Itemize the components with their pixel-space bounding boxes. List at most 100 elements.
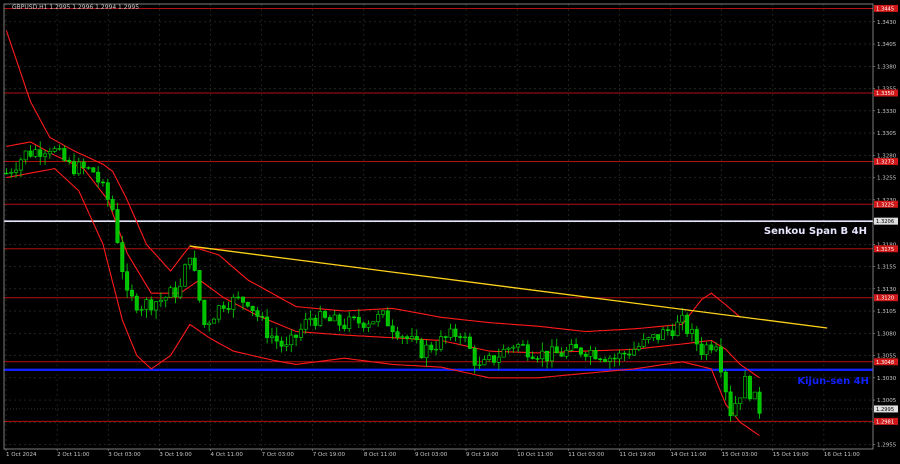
candle-body-bull [516, 344, 521, 348]
candle-body-bear [352, 316, 357, 319]
candle-body-bull [738, 397, 743, 404]
current-price-label: 1.2995 [876, 407, 894, 413]
candle-body-bull [380, 310, 385, 315]
candle-body-bear [294, 334, 299, 338]
candle-body-bull [607, 357, 612, 362]
x-tick-label: 1 Oct 2024 [6, 452, 37, 458]
candle-body-bear [419, 339, 424, 359]
candle-body-bear [390, 325, 395, 333]
y-tick-label: 1.3380 [877, 64, 897, 70]
x-tick-label: 11 Oct 19:00 [619, 452, 655, 458]
x-tick-label: 15 Oct 19:00 [773, 452, 809, 458]
candle-body-bear [313, 317, 318, 326]
candle [134, 293, 139, 314]
senkou-span-b-label: Senkou Span B 4H [764, 226, 867, 237]
candle-body-bear [583, 353, 588, 357]
candle-body-bear [260, 316, 265, 318]
candle-body-bear [627, 353, 632, 356]
x-tick-label: 15 Oct 03:00 [722, 452, 758, 458]
candle-body-bear [96, 171, 101, 183]
y-tick-label: 1.3305 [877, 131, 897, 137]
candle-body-bull [76, 161, 81, 175]
candle-body-bull [752, 391, 757, 400]
y-tick-label: 1.3405 [877, 42, 897, 48]
candle-body-bull [540, 350, 545, 360]
candle-body-bear [72, 161, 76, 175]
candle-body-bear [197, 270, 202, 301]
candle-body-bull [18, 159, 23, 171]
candle [91, 167, 96, 173]
candle-body-bull [434, 348, 439, 351]
symbol-header: GBPUSD,H1 1.2995 1.2996 1.2994 1.2995 [12, 4, 139, 11]
candle-body-bear [559, 352, 564, 357]
candle-body-bear [757, 391, 762, 414]
x-tick-label: 2 Oct 11:00 [57, 452, 90, 458]
candle-body-bear [554, 346, 559, 354]
candle-body-bull [704, 344, 709, 355]
candle-body-bear [250, 305, 255, 311]
candle-body-bear [694, 329, 699, 345]
candle-body-bear [361, 322, 366, 328]
candle-body-bear [110, 199, 115, 210]
candle-body-bear [221, 305, 226, 309]
x-tick-label: 9 Oct 03:00 [415, 452, 448, 458]
x-tick-label: 3 Oct 03:00 [108, 452, 141, 458]
candle-body-bear [86, 167, 91, 169]
candle-body-bear [38, 149, 43, 157]
candle-body-bull [183, 264, 188, 287]
y-tick-label: 1.3105 [877, 309, 897, 315]
candle-body-bear [520, 344, 525, 346]
level-price-label: 1.3120 [876, 296, 894, 302]
y-tick-label: 1.2955 [877, 443, 897, 449]
candle-body-bull [158, 299, 163, 303]
candle-body-bull [506, 347, 511, 350]
candle-body-bull [569, 344, 574, 351]
candle-body-bull [675, 321, 680, 337]
candle-body-bull [139, 309, 144, 311]
candle-body-bear [593, 349, 598, 360]
candle-body-bull [366, 323, 371, 328]
candle-body-bear [67, 160, 72, 162]
candle-body-bull [332, 314, 337, 322]
x-tick-label: 7 Oct 19:00 [313, 452, 346, 458]
candle-body-bear [149, 299, 154, 311]
candle [752, 391, 757, 400]
candle-body-bear [458, 336, 463, 338]
candle-body-bear [129, 289, 134, 297]
candle-body-bull [641, 339, 646, 347]
candle-body-bear [598, 358, 603, 360]
candle-body-bull [14, 169, 19, 173]
candle-body-bull [511, 346, 516, 349]
candle-body-bear [120, 242, 125, 273]
candle-body-bear [453, 328, 458, 337]
level-price-label: 1.3350 [876, 91, 894, 97]
candle-body-bear [327, 317, 332, 322]
candle-body-bull [714, 346, 719, 351]
candle-body-bear [385, 310, 390, 327]
candle-body-bear [747, 376, 752, 400]
candle-body-bull [289, 334, 294, 346]
candle-body-bear [622, 352, 627, 355]
candle-body-bull [487, 355, 492, 360]
price-chart[interactable]: Senkou Span B 4H Kijun-sen 4H 1.3430 1.340… [0, 0, 900, 460]
x-tick-label: 4 Oct 11:00 [210, 452, 243, 458]
candle-body-bull [646, 337, 651, 340]
candle-body-bear [342, 324, 347, 329]
candle-body-bear [105, 182, 110, 200]
candle-body-bull [588, 349, 593, 357]
y-tick-label: 1.3255 [877, 176, 897, 182]
y-tick-label: 1.3330 [877, 109, 897, 115]
candle-body-bull [482, 359, 487, 366]
candle-body-bull [400, 336, 405, 338]
candle [371, 321, 376, 325]
x-tick-label: 16 Oct 11:00 [824, 452, 860, 458]
candle-body-bull [564, 350, 569, 357]
level-price-label: 1.3048 [876, 360, 894, 366]
level-price-label: 1.3175 [876, 247, 894, 253]
chart-canvas[interactable]: Senkou Span B 4H Kijun-sen 4H 1.3430 1.340… [0, 0, 900, 460]
candle-body-bear [245, 301, 250, 307]
candle-body-bull [284, 344, 289, 347]
candle-body-bull [371, 321, 376, 325]
candle-body-bear [429, 344, 434, 351]
x-tick-label: 14 Oct 11:00 [671, 452, 707, 458]
